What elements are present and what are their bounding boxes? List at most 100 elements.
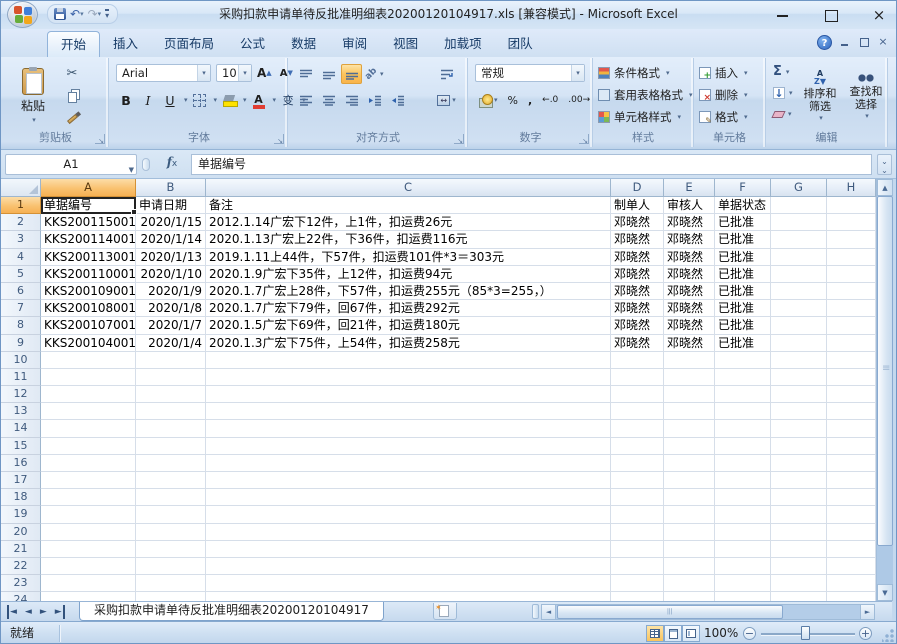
row-header-19[interactable]: 19: [1, 506, 41, 523]
cell-G6[interactable]: [771, 283, 827, 300]
cell-E6[interactable]: 邓晓然: [664, 283, 715, 300]
percent-style-button[interactable]: %: [504, 90, 522, 110]
cell-G13[interactable]: [771, 403, 827, 420]
cell-H9[interactable]: [827, 335, 876, 352]
accounting-format-button[interactable]: ▾: [475, 90, 502, 110]
cell-D6[interactable]: 邓晓然: [611, 283, 664, 300]
cell-D17[interactable]: [611, 472, 664, 489]
cell-E12[interactable]: [664, 386, 715, 403]
cell-D11[interactable]: [611, 369, 664, 386]
format-as-table-button[interactable]: 套用表格格式▾: [597, 85, 694, 105]
cell-C23[interactable]: [206, 575, 611, 592]
cell-A14[interactable]: [41, 420, 136, 437]
cell-A13[interactable]: [41, 403, 136, 420]
cell-E10[interactable]: [664, 352, 715, 369]
cell-F18[interactable]: [715, 489, 771, 506]
cell-A4[interactable]: KKS200113001: [41, 249, 136, 266]
cell-B20[interactable]: [136, 524, 206, 541]
cell-A23[interactable]: [41, 575, 136, 592]
cell-D3[interactable]: 邓晓然: [611, 231, 664, 248]
cell-B21[interactable]: [136, 541, 206, 558]
cell-A18[interactable]: [41, 489, 136, 506]
ribbon-tab-加载项[interactable]: 加载项: [431, 31, 495, 57]
cell-G7[interactable]: [771, 300, 827, 317]
cell-E18[interactable]: [664, 489, 715, 506]
save-button[interactable]: [54, 6, 66, 22]
cell-F10[interactable]: [715, 352, 771, 369]
cell-G16[interactable]: [771, 455, 827, 472]
cell-C18[interactable]: [206, 489, 611, 506]
cell-A21[interactable]: [41, 541, 136, 558]
insert-worksheet-button[interactable]: ✶: [433, 603, 457, 620]
scroll-up-icon[interactable]: ▲: [877, 179, 893, 196]
cell-H11[interactable]: [827, 369, 876, 386]
cell-E8[interactable]: 邓晓然: [664, 317, 715, 334]
cell-A19[interactable]: [41, 506, 136, 523]
cell-A2[interactable]: KKS200115001: [41, 214, 136, 231]
horizontal-scrollbar[interactable]: ◄ ►: [541, 604, 875, 620]
cell-E21[interactable]: [664, 541, 715, 558]
cell-E4[interactable]: 邓晓然: [664, 249, 715, 266]
cell-B18[interactable]: [136, 489, 206, 506]
vertical-scrollbar[interactable]: ▲ ▼: [876, 179, 892, 601]
cell-F16[interactable]: [715, 455, 771, 472]
cell-B4[interactable]: 2020/1/13: [136, 249, 206, 266]
cell-A15[interactable]: [41, 438, 136, 455]
maximize-button[interactable]: [824, 8, 838, 22]
cell-B6[interactable]: 2020/1/9: [136, 283, 206, 300]
cell-G22[interactable]: [771, 558, 827, 575]
cell-styles-button[interactable]: 单元格样式▾: [597, 107, 682, 127]
ribbon-tab-插入[interactable]: 插入: [100, 31, 151, 57]
cell-C1[interactable]: 备注: [206, 197, 611, 214]
cell-A12[interactable]: [41, 386, 136, 403]
row-header-17[interactable]: 17: [1, 472, 41, 489]
name-box-splitter[interactable]: [142, 158, 150, 171]
row-header-9[interactable]: 9: [1, 335, 41, 352]
cell-E22[interactable]: [664, 558, 715, 575]
cell-F3[interactable]: 已批准: [715, 231, 771, 248]
cell-G1[interactable]: [771, 197, 827, 214]
formula-input[interactable]: 单据编号: [191, 154, 872, 175]
cell-A7[interactable]: KKS200108001: [41, 300, 136, 317]
page-break-view-button[interactable]: [682, 625, 700, 642]
cell-H16[interactable]: [827, 455, 876, 472]
expand-formula-bar-button[interactable]: ⌄⌄: [877, 154, 892, 175]
cell-F9[interactable]: 已批准: [715, 335, 771, 352]
cell-F14[interactable]: [715, 420, 771, 437]
office-button[interactable]: [7, 1, 38, 28]
cell-D24[interactable]: [611, 592, 664, 601]
cell-D16[interactable]: [611, 455, 664, 472]
cell-E20[interactable]: [664, 524, 715, 541]
name-box[interactable]: A1▼: [5, 154, 137, 175]
underline-button[interactable]: U: [160, 90, 180, 110]
cell-C13[interactable]: [206, 403, 611, 420]
column-header-G[interactable]: G: [771, 179, 827, 197]
row-header-10[interactable]: 10: [1, 352, 41, 369]
column-header-E[interactable]: E: [664, 179, 715, 197]
cell-H18[interactable]: [827, 489, 876, 506]
ribbon-tab-视图[interactable]: 视图: [380, 31, 431, 57]
cell-A11[interactable]: [41, 369, 136, 386]
ribbon-tab-数据[interactable]: 数据: [278, 31, 329, 57]
cell-F7[interactable]: 已批准: [715, 300, 771, 317]
row-header-18[interactable]: 18: [1, 489, 41, 506]
cell-G12[interactable]: [771, 386, 827, 403]
cell-D20[interactable]: [611, 524, 664, 541]
cut-button[interactable]: ✂: [61, 64, 83, 82]
scroll-left-icon[interactable]: ◄: [542, 605, 556, 619]
cell-H3[interactable]: [827, 231, 876, 248]
cell-D2[interactable]: 邓晓然: [611, 214, 664, 231]
cell-H7[interactable]: [827, 300, 876, 317]
zoom-slider-thumb[interactable]: [801, 626, 810, 640]
cell-C7[interactable]: 2020.1.7广宏下79件，回67件，扣运费292元: [206, 300, 611, 317]
bottom-align-button[interactable]: [341, 64, 362, 84]
cell-C8[interactable]: 2020.1.5广宏下69件，回21件，扣运费180元: [206, 317, 611, 334]
vertical-scrollbar-thumb[interactable]: [877, 196, 893, 546]
cell-D8[interactable]: 邓晓然: [611, 317, 664, 334]
cell-F4[interactable]: 已批准: [715, 249, 771, 266]
cell-A6[interactable]: KKS200109001: [41, 283, 136, 300]
cell-E16[interactable]: [664, 455, 715, 472]
cell-H10[interactable]: [827, 352, 876, 369]
cell-F11[interactable]: [715, 369, 771, 386]
ribbon-tab-开始[interactable]: 开始: [47, 31, 100, 57]
